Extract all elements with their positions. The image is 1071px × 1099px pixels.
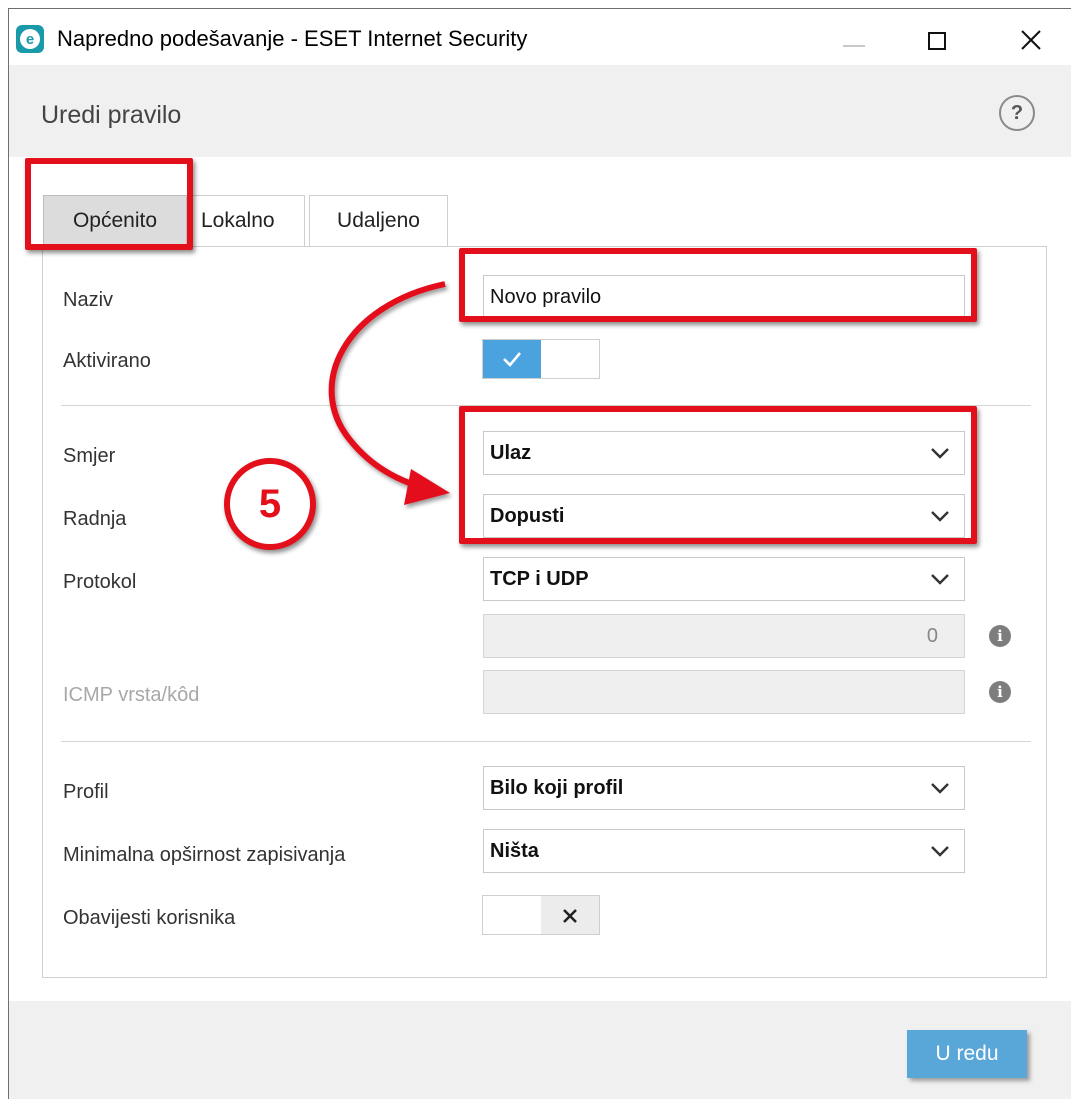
curved-arrow-icon <box>328 281 450 505</box>
